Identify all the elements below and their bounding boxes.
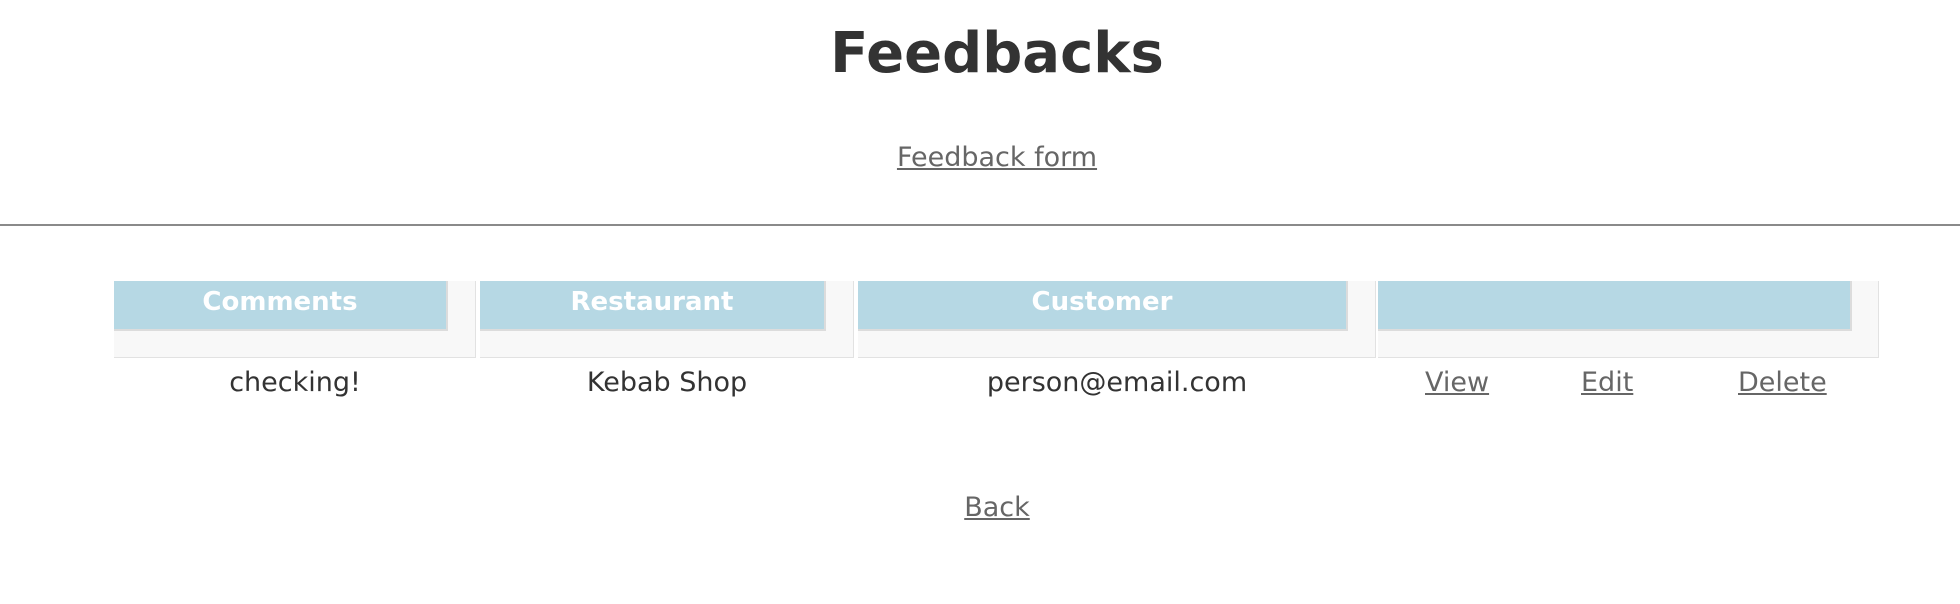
cell-comments: checking! <box>229 367 361 398</box>
header-cell-customer: Customer <box>858 281 1376 358</box>
edit-link[interactable]: Edit <box>1581 359 1633 407</box>
header-cell-comments: Comments <box>114 281 476 358</box>
back-link-container: Back <box>0 490 1960 526</box>
header-actions <box>1378 281 1852 331</box>
cell-customer: person@email.com <box>986 367 1248 398</box>
feedback-form-link-container: Feedback form <box>0 140 1960 176</box>
delete-link[interactable]: Delete <box>1738 359 1827 407</box>
back-link[interactable]: Back <box>964 492 1030 523</box>
cell-restaurant: Kebab Shop <box>586 367 748 398</box>
feedbacks-page: Feedbacks Feedback form Comments Restaur… <box>0 0 1960 604</box>
feedback-form-link[interactable]: Feedback form <box>897 142 1097 173</box>
page-title: Feedbacks <box>830 21 1164 86</box>
table-header-row: Comments Restaurant Customer <box>114 281 1879 359</box>
header-customer[interactable]: Customer <box>858 281 1348 331</box>
table-row: checking! Kebab Shop person@email.com Vi… <box>114 359 1879 407</box>
view-link[interactable]: View <box>1425 359 1489 407</box>
header-cell-actions <box>1378 281 1879 358</box>
divider <box>0 224 1960 226</box>
header-cell-restaurant: Restaurant <box>480 281 854 358</box>
header-restaurant[interactable]: Restaurant <box>480 281 826 331</box>
feedbacks-table: Comments Restaurant Customer checking! K… <box>114 281 1879 407</box>
header-comments[interactable]: Comments <box>114 281 448 331</box>
